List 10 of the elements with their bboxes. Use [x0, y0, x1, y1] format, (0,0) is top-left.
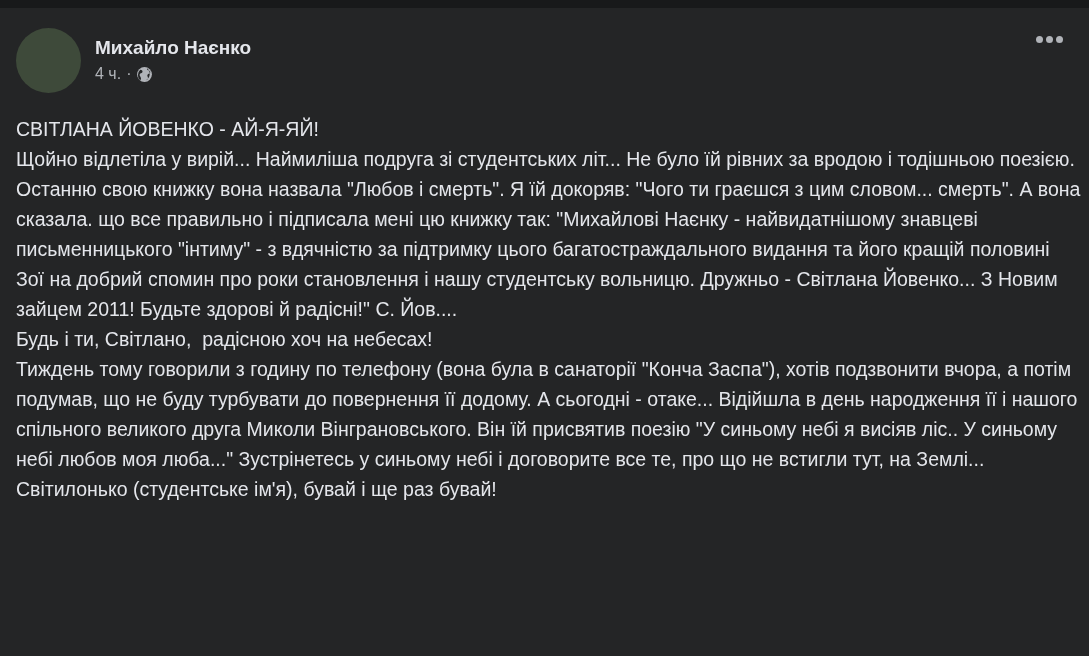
post-paragraph: СВІТЛАНА ЙОВЕНКО - АЙ-Я-ЯЙ!: [16, 116, 320, 142]
post-paragraph: Щойно відлетіла у вирій... Наймиліша подруга зі студентських літ... Не було їй рівних за вродою і тодішньою поезією. Останню свою книжку вона назвала "Любов і смерть". Я їй докоряв: "Чого ти граєшся з цим словом... смерть". А вона сказала. що все правильно і підписала мені цю книжку так: "Михайлові Наєнку - найвидатнішому знавцеві письменницького "інтиму" - з вдячністю за підтримку цього багатостраждального видання та його кращій половині Зої на добрий спомин про роки становлення і нашу студентську вольницю. Дружньо - Світлана Йовенко... З Новим зайцем 2011! Будьте здорові й радісні!" С. Йов....: [16, 147, 1082, 322]
post-time[interactable]: 4 ч.: [95, 65, 122, 83]
more-options-icon[interactable]: [1036, 36, 1063, 43]
separator: ·: [126, 65, 132, 83]
post-paragraph: Будь і ти, Світлано, радісною хоч на небесах!: [16, 327, 434, 352]
author-name[interactable]: Михайло Наєнко: [95, 37, 252, 59]
post-paragraph: Світилонько (студентське ім'я), бувай і ще раз бувай!: [16, 477, 498, 502]
post-paragraph: Тиждень тому говорили з годину по телефону (вона була в санаторії "Конча Заспа"), хотів подзвонити вчора, а потім подумав, що не буду турбувати до повернення її додому. А сьогодні - отаке... Відійшла в день народження її і нашого спільного великого друга Миколи Вінграновського. Він їй присвятив поезію "У синьому небі я висіяв ліс.. У синьому небі любов моя люба..." Зустрінетесь у синьому небі і договорите все те, про що не встигли тут, на Землі...: [16, 357, 1079, 472]
globe-icon: [136, 65, 154, 83]
